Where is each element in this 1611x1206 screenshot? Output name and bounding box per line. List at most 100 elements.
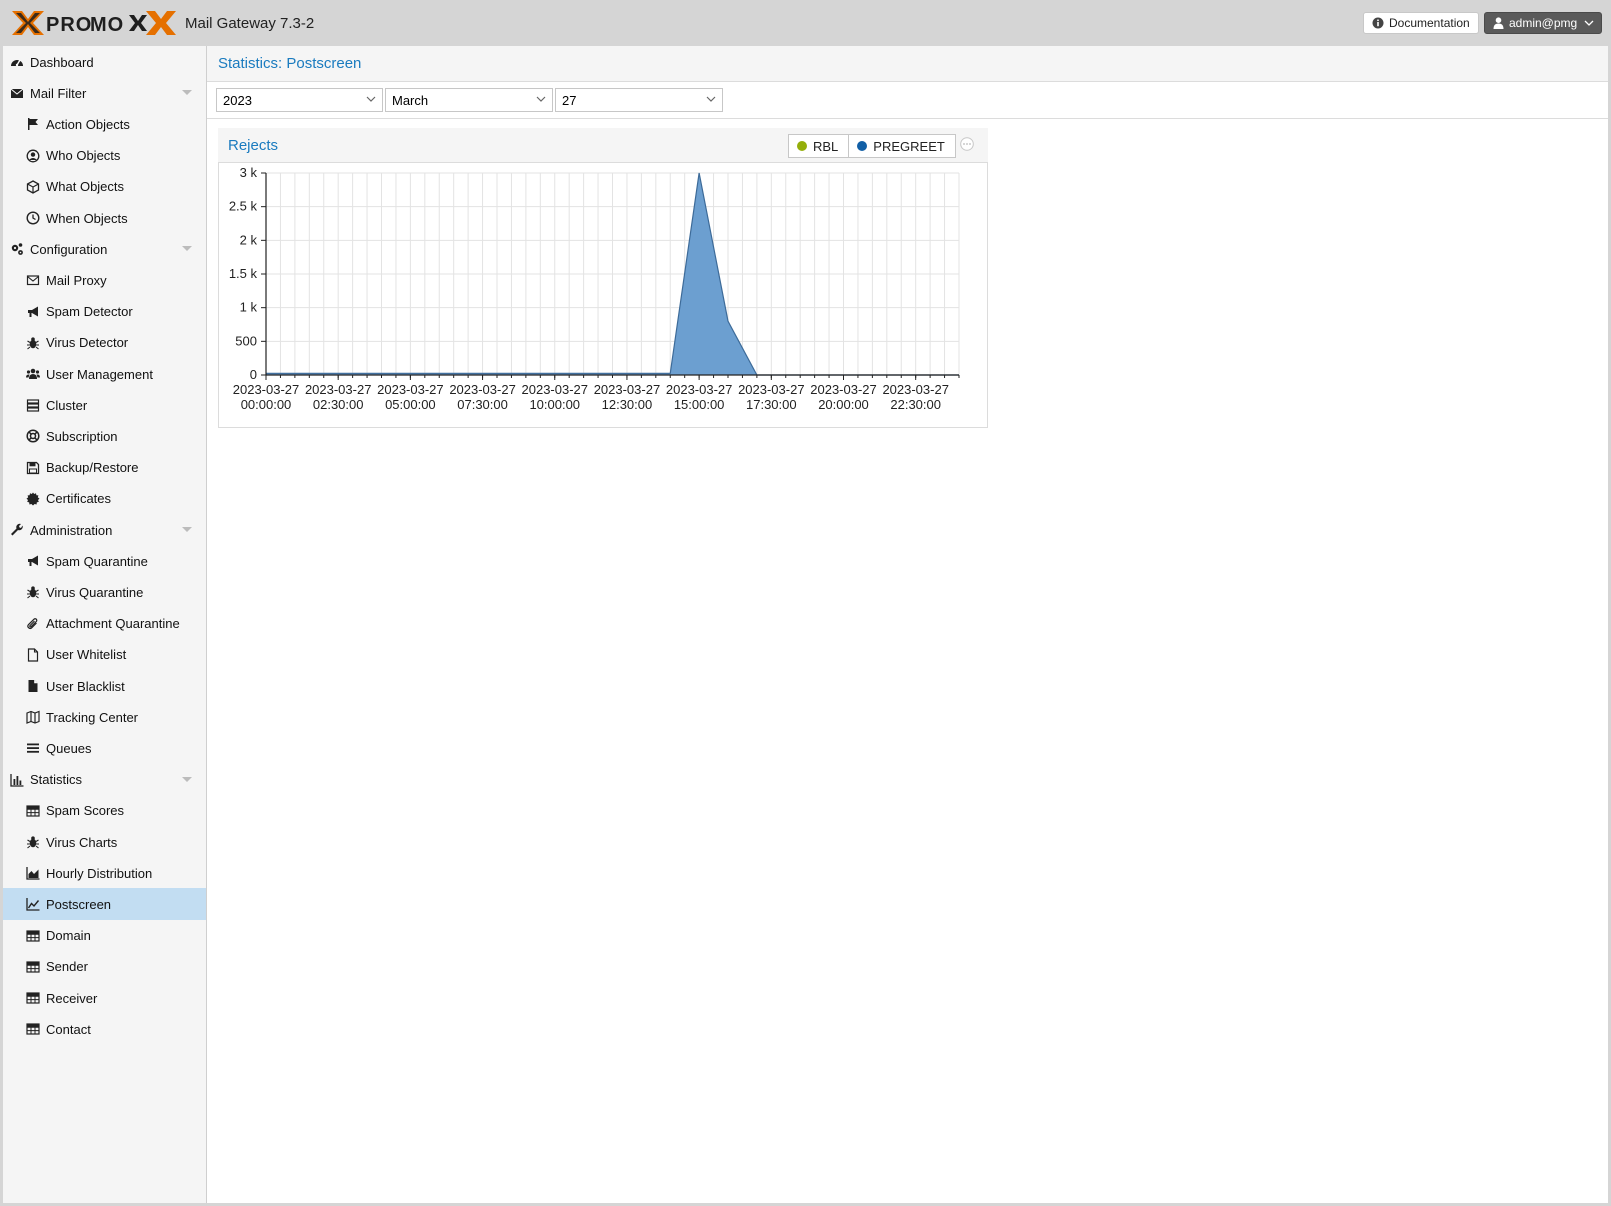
y-tick-label: 2.5 k [229,199,258,214]
sidebar-item-receiver[interactable]: Receiver [3,982,206,1014]
sidebar-item-postscreen[interactable]: Postscreen [3,888,206,921]
sidebar-item-spam-scores[interactable]: Spam Scores [3,795,206,827]
sidebar-item-queues[interactable]: Queues [3,732,206,764]
sidebar-item-backup-restore[interactable]: Backup/Restore [3,452,206,484]
sidebar-item-user-whitelist[interactable]: User Whitelist [3,639,206,671]
sidebar-item-user-blacklist[interactable]: User Blacklist [3,670,206,702]
bullhorn-icon [26,305,40,319]
paperclip-icon [26,617,40,631]
legend-marker [797,141,807,151]
year-value: 2023 [223,92,252,108]
sidebar-item-label: Dashboard [30,54,94,70]
sidebar-item-label: Who Objects [46,148,121,164]
chevron-down-icon[interactable] [182,90,192,96]
info-circle-icon [1372,17,1384,29]
table-icon [26,960,40,974]
sidebar-item-subscription[interactable]: Subscription [3,420,206,452]
documentation-button[interactable]: Documentation [1363,12,1479,34]
sidebar-item-label: Statistics [30,772,83,788]
y-tick-label: 1 k [240,300,258,315]
chevron-down-icon [1584,20,1594,26]
chevron-down-icon[interactable] [182,246,192,252]
page-title: Statistics: Postscreen [218,55,362,72]
rejects-chart: 05001 k1.5 k2 k2.5 k3 k2023-03-2700:00:0… [229,165,960,412]
wrench-icon [10,523,24,537]
sidebar-item-dashboard[interactable]: Dashboard [3,46,206,78]
user-icon [1493,17,1504,29]
sidebar-item-label: User Whitelist [46,647,127,663]
x-tick-label-time: 02:30:00 [313,397,364,412]
sidebar-item-configuration[interactable]: Configuration [3,233,206,265]
sidebar-item-virus-quarantine[interactable]: Virus Quarantine [3,576,206,608]
floppy-icon [26,461,40,475]
tachometer-icon [10,55,24,69]
sidebar-item-spam-quarantine[interactable]: Spam Quarantine [3,545,206,577]
sidebar-item-domain[interactable]: Domain [3,920,206,952]
table-icon [26,804,40,818]
sidebar-item-attachment-quarantine[interactable]: Attachment Quarantine [3,608,206,640]
more-options-icon[interactable] [960,137,974,151]
month-value: March [392,92,429,108]
user-label: admin@pmg [1509,16,1578,30]
x-tick-label-date: 2023-03-27 [882,382,949,397]
sidebar-item-label: What Objects [46,179,125,195]
sidebar-item-statistics[interactable]: Statistics [3,764,206,796]
chart-title: Rejects [228,137,279,154]
chevron-down-icon[interactable] [536,95,546,103]
sidebar-item-user-management[interactable]: User Management [3,358,206,390]
sidebar-item-label: User Management [46,366,153,382]
legend-item-pregreet[interactable]: PREGREET [849,134,956,158]
year-select[interactable]: 2023 [216,88,383,112]
x-tick-label-date: 2023-03-27 [810,382,877,397]
x-tick-label-date: 2023-03-27 [449,382,516,397]
sidebar-item-contact[interactable]: Contact [3,1013,206,1045]
sidebar-item-label: Backup/Restore [46,460,139,476]
sidebar-item-label: User Blacklist [46,678,125,694]
x-tick-label-time: 20:00:00 [818,397,869,412]
sidebar-item-label: Mail Filter [30,85,87,101]
month-select[interactable]: March [385,88,553,112]
sidebar-item-mail-filter[interactable]: Mail Filter [3,77,206,109]
day-select[interactable]: 27 [555,88,723,112]
chevron-down-icon[interactable] [182,527,192,533]
x-tick-label-date: 2023-03-27 [594,382,661,397]
chevron-down-icon[interactable] [182,776,192,783]
sidebar-item-spam-detector[interactable]: Spam Detector [3,296,206,328]
sidebar-item-sender[interactable]: Sender [3,951,206,983]
sidebar-item-virus-detector[interactable]: Virus Detector [3,327,206,359]
user-menu-button[interactable]: admin@pmg [1484,12,1602,34]
sidebar-item-label: Virus Quarantine [46,584,144,600]
sidebar-item-virus-charts[interactable]: Virus Charts [3,826,206,858]
x-tick-label-date: 2023-03-27 [305,382,372,397]
sidebar-item-action-objects[interactable]: Action Objects [3,108,206,140]
sidebar-item-when-objects[interactable]: When Objects [3,202,206,234]
chevron-down-icon[interactable] [706,95,716,103]
bullhorn-icon [26,554,40,568]
sidebar-item-label: Spam Detector [46,304,133,320]
file-icon [26,679,40,693]
svg-text:PRO: PRO [46,14,92,36]
sidebar-item-label: Contact [46,1021,91,1037]
x-tick-label-time: 15:00:00 [674,397,725,412]
sidebar-item-mail-proxy[interactable]: Mail Proxy [3,264,206,296]
sidebar-item-tracking-center[interactable]: Tracking Center [3,701,206,733]
sidebar-item-certificates[interactable]: Certificates [3,483,206,515]
legend-item-rbl[interactable]: RBL [788,134,850,158]
day-value: 27 [562,92,577,108]
sidebar-item-administration[interactable]: Administration [3,514,206,546]
x-tick-label-time: 22:30:00 [890,397,941,412]
sidebar-item-label: Receiver [46,990,98,1006]
sidebar-item-cluster[interactable]: Cluster [3,389,206,421]
sidebar-item-what-objects[interactable]: What Objects [3,171,206,203]
server-icon [26,398,40,412]
svg-text:MO: MO [90,14,124,36]
x-tick-label-time: 10:00:00 [529,397,580,412]
sidebar-item-who-objects[interactable]: Who Objects [3,140,206,172]
sidebar-item-label: Tracking Center [46,709,138,725]
sidebar-item-label: Postscreen [46,896,112,912]
sidebar-item-label: Action Objects [46,116,130,132]
sidebar-item-label: Mail Proxy [46,272,107,288]
x-tick-label-time: 00:00:00 [241,397,292,412]
chevron-down-icon[interactable] [366,95,376,103]
sidebar-item-hourly-distribution[interactable]: Hourly Distribution [3,857,206,889]
